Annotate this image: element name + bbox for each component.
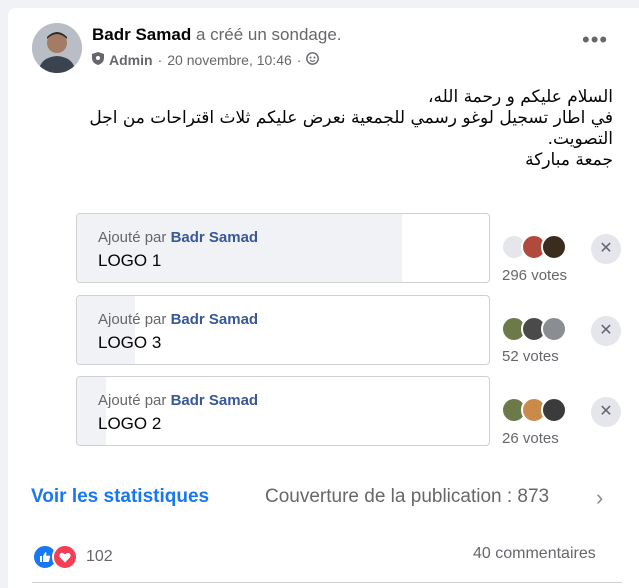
post-timestamp[interactable]: 20 novembre, 10:46 bbox=[167, 52, 292, 68]
vote-count[interactable]: 26 votes bbox=[502, 430, 559, 447]
divider bbox=[32, 582, 622, 583]
added-by-name[interactable]: Badr Samad bbox=[171, 392, 259, 409]
post-text: السلام عليكم و رحمة الله، في اطار تسجيل … bbox=[53, 87, 613, 171]
vote-count[interactable]: 296 votes bbox=[502, 267, 567, 284]
avatar[interactable] bbox=[32, 23, 82, 73]
meta-separator: · bbox=[296, 52, 302, 68]
remove-option-button[interactable]: ✕ bbox=[591, 234, 621, 264]
voter-avatar[interactable] bbox=[541, 397, 567, 423]
post-reach: Couverture de la publication : 873 bbox=[265, 486, 550, 507]
added-by: Ajouté par Badr Samad bbox=[98, 229, 258, 246]
voter-avatars[interactable] bbox=[501, 234, 567, 260]
comments-count[interactable]: 40 commentaires bbox=[473, 545, 596, 563]
poll-option-label: LOGO 1 bbox=[98, 251, 162, 270]
more-options-button[interactable]: ••• bbox=[582, 29, 608, 51]
shield-icon bbox=[92, 52, 104, 68]
added-by-label: Ajouté par bbox=[98, 311, 167, 328]
post-meta: Admin · 20 novembre, 10:46 · bbox=[92, 52, 320, 68]
remove-option-button[interactable]: ✕ bbox=[591, 316, 621, 346]
added-by-name[interactable]: Badr Samad bbox=[171, 311, 259, 328]
voter-avatar[interactable] bbox=[541, 316, 567, 342]
reactions-summary[interactable]: 102 bbox=[32, 544, 113, 570]
post-text-line: في اطار تسجيل لوغو رسمي للجمعية نعرض علي… bbox=[89, 108, 613, 128]
poll-option-label: LOGO 2 bbox=[98, 414, 162, 433]
post-action: a créé un sondage. bbox=[195, 25, 342, 44]
vote-bar bbox=[77, 214, 403, 282]
added-by-label: Ajouté par bbox=[98, 229, 167, 246]
reaction-count: 102 bbox=[86, 548, 113, 565]
added-by-name[interactable]: Badr Samad bbox=[171, 229, 259, 246]
author-line: Badr Samad a créé un sondage. bbox=[92, 25, 342, 45]
poll-option[interactable]: Ajouté par Badr Samad LOGO 1 bbox=[76, 213, 490, 283]
poll-option-label: LOGO 3 bbox=[98, 333, 162, 352]
added-by: Ajouté par Badr Samad bbox=[98, 392, 258, 409]
poll-option[interactable]: Ajouté par Badr Samad LOGO 3 bbox=[76, 295, 490, 365]
post-card: Badr Samad a créé un sondage. Admin · 20… bbox=[8, 8, 639, 588]
post-text-line: السلام عليكم و رحمة الله، bbox=[428, 87, 613, 107]
remove-option-button[interactable]: ✕ bbox=[591, 397, 621, 427]
vote-count[interactable]: 52 votes bbox=[502, 348, 559, 365]
voter-avatar[interactable] bbox=[541, 234, 567, 260]
heart-icon bbox=[52, 544, 78, 570]
admin-badge: Admin bbox=[109, 52, 153, 68]
added-by: Ajouté par Badr Samad bbox=[98, 311, 258, 328]
chevron-right-icon[interactable]: › bbox=[596, 485, 603, 511]
audience-icon[interactable] bbox=[306, 52, 320, 68]
view-statistics-link[interactable]: Voir les statistiques bbox=[31, 486, 209, 508]
post-text-line: جمعة مباركة bbox=[525, 150, 613, 170]
vote-bar bbox=[77, 296, 135, 364]
post-text-line: التصويت. bbox=[547, 129, 613, 149]
author-name[interactable]: Badr Samad bbox=[92, 25, 191, 44]
vote-bar bbox=[77, 377, 106, 445]
poll-option[interactable]: Ajouté par Badr Samad LOGO 2 bbox=[76, 376, 490, 446]
voter-avatars[interactable] bbox=[501, 397, 567, 423]
meta-separator: · bbox=[157, 52, 163, 68]
added-by-label: Ajouté par bbox=[98, 392, 167, 409]
voter-avatars[interactable] bbox=[501, 316, 567, 342]
